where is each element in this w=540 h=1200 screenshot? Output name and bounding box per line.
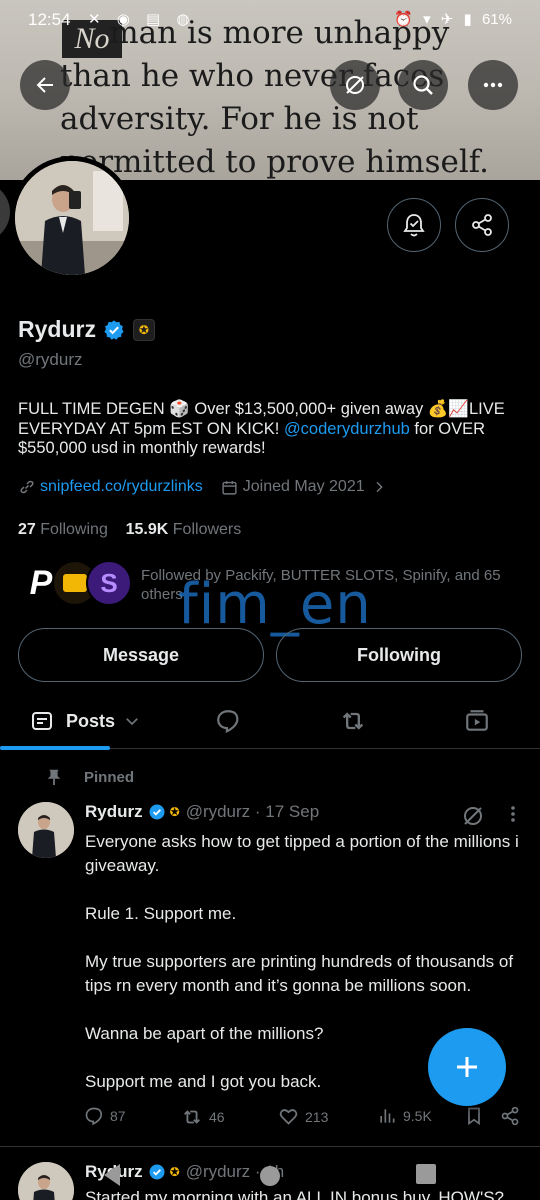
back-button[interactable] <box>20 60 70 110</box>
wifi-icon: ▾ <box>423 11 431 28</box>
tab-posts-label: Posts <box>66 710 116 731</box>
followers-link[interactable]: 15.9K Followers <box>126 521 242 538</box>
reply-count: 87 <box>110 1108 126 1124</box>
nav-home-icon[interactable] <box>258 1164 282 1188</box>
grok-icon[interactable] <box>460 803 486 829</box>
profile-website-link[interactable]: snipfeed.co/rydurzlinks <box>40 478 203 496</box>
search-button[interactable] <box>398 60 448 110</box>
affiliate-badge-icon[interactable]: ✪ <box>132 318 155 341</box>
repost-count: 46 <box>209 1109 225 1125</box>
posts-icon <box>32 712 52 730</box>
bell-check-icon <box>403 214 425 237</box>
share-button[interactable] <box>455 198 509 252</box>
bookmark-button[interactable] <box>464 1106 484 1126</box>
search-icon <box>413 75 433 95</box>
repost-icon <box>184 1110 200 1124</box>
pinned-label: Pinned <box>46 768 134 786</box>
post-author-name[interactable]: Rydurz <box>85 802 143 822</box>
like-button[interactable]: 213 <box>278 1106 328 1127</box>
chevron-right-icon <box>376 481 383 493</box>
tab-posts[interactable]: Posts <box>30 693 141 749</box>
side-peek <box>0 182 10 242</box>
joined-date[interactable]: Joined May 2021 <box>221 478 387 496</box>
views-button[interactable]: 9.5K <box>377 1106 432 1126</box>
bookmark-icon <box>468 1107 480 1126</box>
message-button[interactable]: Message <box>18 628 264 682</box>
reply-bubble-icon <box>217 710 239 734</box>
more-options-button[interactable] <box>468 60 518 110</box>
repost-icon <box>342 712 364 730</box>
reply-button[interactable]: 87 <box>84 1106 126 1126</box>
nav-recents-icon[interactable] <box>414 1162 438 1186</box>
tab-replies[interactable] <box>215 693 241 749</box>
tab-reposts[interactable] <box>339 693 367 749</box>
status-time: 12:54 <box>28 10 71 29</box>
view-count: 9.5K <box>403 1108 432 1124</box>
calendar-icon <box>222 480 237 495</box>
follow-counts: 27 Following 15.9K Followers <box>18 521 241 539</box>
grok-button[interactable] <box>330 60 380 110</box>
post-header: Rydurz ✪ @rydurz · 17 Sep <box>85 802 319 822</box>
avatar-image <box>15 161 129 275</box>
share-icon <box>472 214 492 236</box>
post-handle-time: @rydurz · 17 Sep <box>185 802 320 821</box>
tab-media[interactable] <box>464 693 490 749</box>
following-button[interactable]: Following <box>276 628 522 682</box>
active-tab-indicator <box>0 746 110 750</box>
like-count: 213 <box>305 1108 329 1125</box>
more-icon <box>483 82 503 88</box>
plus-icon <box>457 1057 477 1077</box>
link-icon <box>20 480 34 494</box>
chevron-down-icon <box>126 718 138 726</box>
profile-name-row: Rydurz ✪ <box>18 316 155 343</box>
alarm-icon: ⏰ <box>394 11 413 28</box>
profile-meta: snipfeed.co/rydurzlinks Joined May 2021 <box>18 478 387 496</box>
arrow-left-icon <box>36 77 53 93</box>
status-right-icons: ⏰ ▾ ✈ ▮ 61% <box>388 10 512 28</box>
follower-avatar-spinify: S <box>86 560 132 606</box>
nav-back-icon[interactable] <box>100 1162 124 1188</box>
views-icon <box>380 1109 395 1123</box>
verified-badge-icon[interactable] <box>103 319 125 341</box>
grok-icon <box>346 76 364 94</box>
pin-icon <box>47 769 61 786</box>
system-nav-bar <box>0 1150 540 1200</box>
reply-icon <box>85 1107 102 1126</box>
profile-bio: FULL TIME DEGEN 🎲 Over $13,500,000+ give… <box>18 400 505 457</box>
post-more-icon[interactable] <box>503 804 523 824</box>
profile-avatar[interactable] <box>10 156 134 280</box>
media-icon <box>466 710 488 731</box>
post-actions: 87 46 213 9.5K <box>80 1100 525 1136</box>
verified-badge-icon <box>149 804 165 820</box>
following-link[interactable]: 27 Following <box>18 521 108 538</box>
profile-handle: @rydurz <box>18 350 83 369</box>
status-bar: 12:54 ✕ ◉ ▤ ◍ ⏰ ▾ ✈ ▮ 61% <box>0 0 540 40</box>
battery-percent: 61% <box>481 11 512 28</box>
notification-icons: ✕ ◉ ▤ ◍ <box>88 11 196 28</box>
bio-mention-link[interactable]: @coderydurzhub <box>284 420 410 438</box>
profile-name: Rydurz <box>18 316 96 342</box>
post-divider <box>0 1146 540 1147</box>
compose-post-button[interactable] <box>428 1028 506 1106</box>
notifications-button[interactable] <box>387 198 441 252</box>
post-share-button[interactable] <box>500 1106 520 1126</box>
post-avatar[interactable] <box>18 802 74 858</box>
share-icon <box>501 1106 519 1126</box>
airplane-icon: ✈ <box>440 11 454 28</box>
battery-icon: ▮ <box>463 11 472 28</box>
repost-button[interactable]: 46 <box>181 1106 225 1128</box>
profile-tabs: Posts <box>0 693 540 749</box>
affiliate-badge-icon: ✪ <box>169 805 180 819</box>
heart-icon <box>279 1109 298 1125</box>
